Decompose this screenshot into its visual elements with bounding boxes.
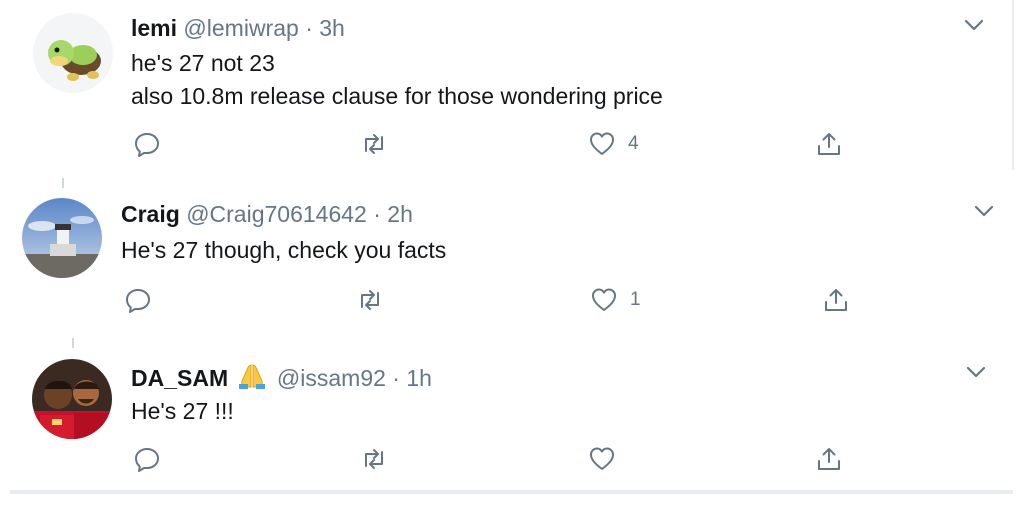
heart-icon <box>590 132 614 155</box>
players-avatar-icon <box>32 359 112 439</box>
share-button[interactable] <box>815 128 843 160</box>
reply-icon <box>126 289 150 313</box>
timestamp[interactable]: 1h <box>406 365 432 391</box>
user-handle[interactable]: @Craig70614642 <box>186 201 367 227</box>
share-icon <box>818 448 840 470</box>
like-button[interactable]: 1 <box>590 284 641 316</box>
tweet-craig[interactable]: Craig @Craig70614642 · 2h He's 27 though… <box>0 180 1024 340</box>
share-icon <box>818 133 840 155</box>
user-handle[interactable]: @issam92 <box>277 365 386 391</box>
timestamp[interactable]: 2h <box>387 201 413 227</box>
avatar[interactable] <box>33 13 113 93</box>
reply-button[interactable] <box>124 284 152 316</box>
separator-dot: · <box>392 365 400 391</box>
like-button[interactable]: 4 <box>588 128 639 160</box>
retweet-button[interactable] <box>360 443 388 475</box>
display-name[interactable]: Craig <box>121 201 180 227</box>
like-count: 1 <box>630 289 641 310</box>
retweet-icon <box>365 134 383 154</box>
retweet-icon <box>365 449 383 469</box>
folded-hands-icon <box>237 362 267 396</box>
reply-button[interactable] <box>133 443 161 475</box>
avatar[interactable] <box>32 359 112 439</box>
like-button[interactable] <box>588 443 616 475</box>
reply-icon <box>135 133 159 157</box>
tweet-text-line: also 10.8m release clause for those wond… <box>131 83 663 109</box>
separator-dot: · <box>305 15 313 41</box>
timeline-border <box>1012 0 1014 170</box>
more-options-chevron-icon[interactable] <box>961 12 987 38</box>
display-name[interactable]: lemi <box>131 15 177 41</box>
share-button[interactable] <box>815 443 843 475</box>
share-icon <box>825 289 847 311</box>
separator-dot: · <box>373 201 381 227</box>
retweet-button[interactable] <box>360 128 388 160</box>
tweet-text-line: he's 27 not 23 <box>131 50 275 76</box>
tweet-text-line: He's 27 though, check you facts <box>121 237 447 263</box>
heart-icon <box>592 288 616 311</box>
lighthouse-avatar-icon <box>22 198 102 278</box>
retweet-button[interactable] <box>356 284 384 316</box>
tweet-lemi[interactable]: lemi @lemiwrap · 3h he's 27 not 23 also … <box>0 0 1024 170</box>
more-options-chevron-icon[interactable] <box>971 198 997 224</box>
reply-button[interactable] <box>133 128 161 160</box>
heart-icon <box>590 447 614 470</box>
reply-icon <box>135 448 159 472</box>
avatar[interactable] <box>22 198 102 278</box>
timestamp[interactable]: 3h <box>319 15 345 41</box>
retweet-icon <box>361 290 379 310</box>
more-options-chevron-icon[interactable] <box>963 359 989 385</box>
share-button[interactable] <box>822 284 850 316</box>
timeline-bottom-border <box>10 490 1013 494</box>
tweet-text-line: He's 27 !!! <box>131 398 234 424</box>
user-handle[interactable]: @lemiwrap <box>183 15 298 41</box>
display-name[interactable]: DA_SAM <box>131 365 228 391</box>
tweet-da-sam[interactable]: DA_SAM @issam92 · 1h He's 27 !!! <box>0 340 1024 490</box>
turtle-avatar-icon <box>33 13 113 93</box>
like-count: 4 <box>628 133 639 154</box>
